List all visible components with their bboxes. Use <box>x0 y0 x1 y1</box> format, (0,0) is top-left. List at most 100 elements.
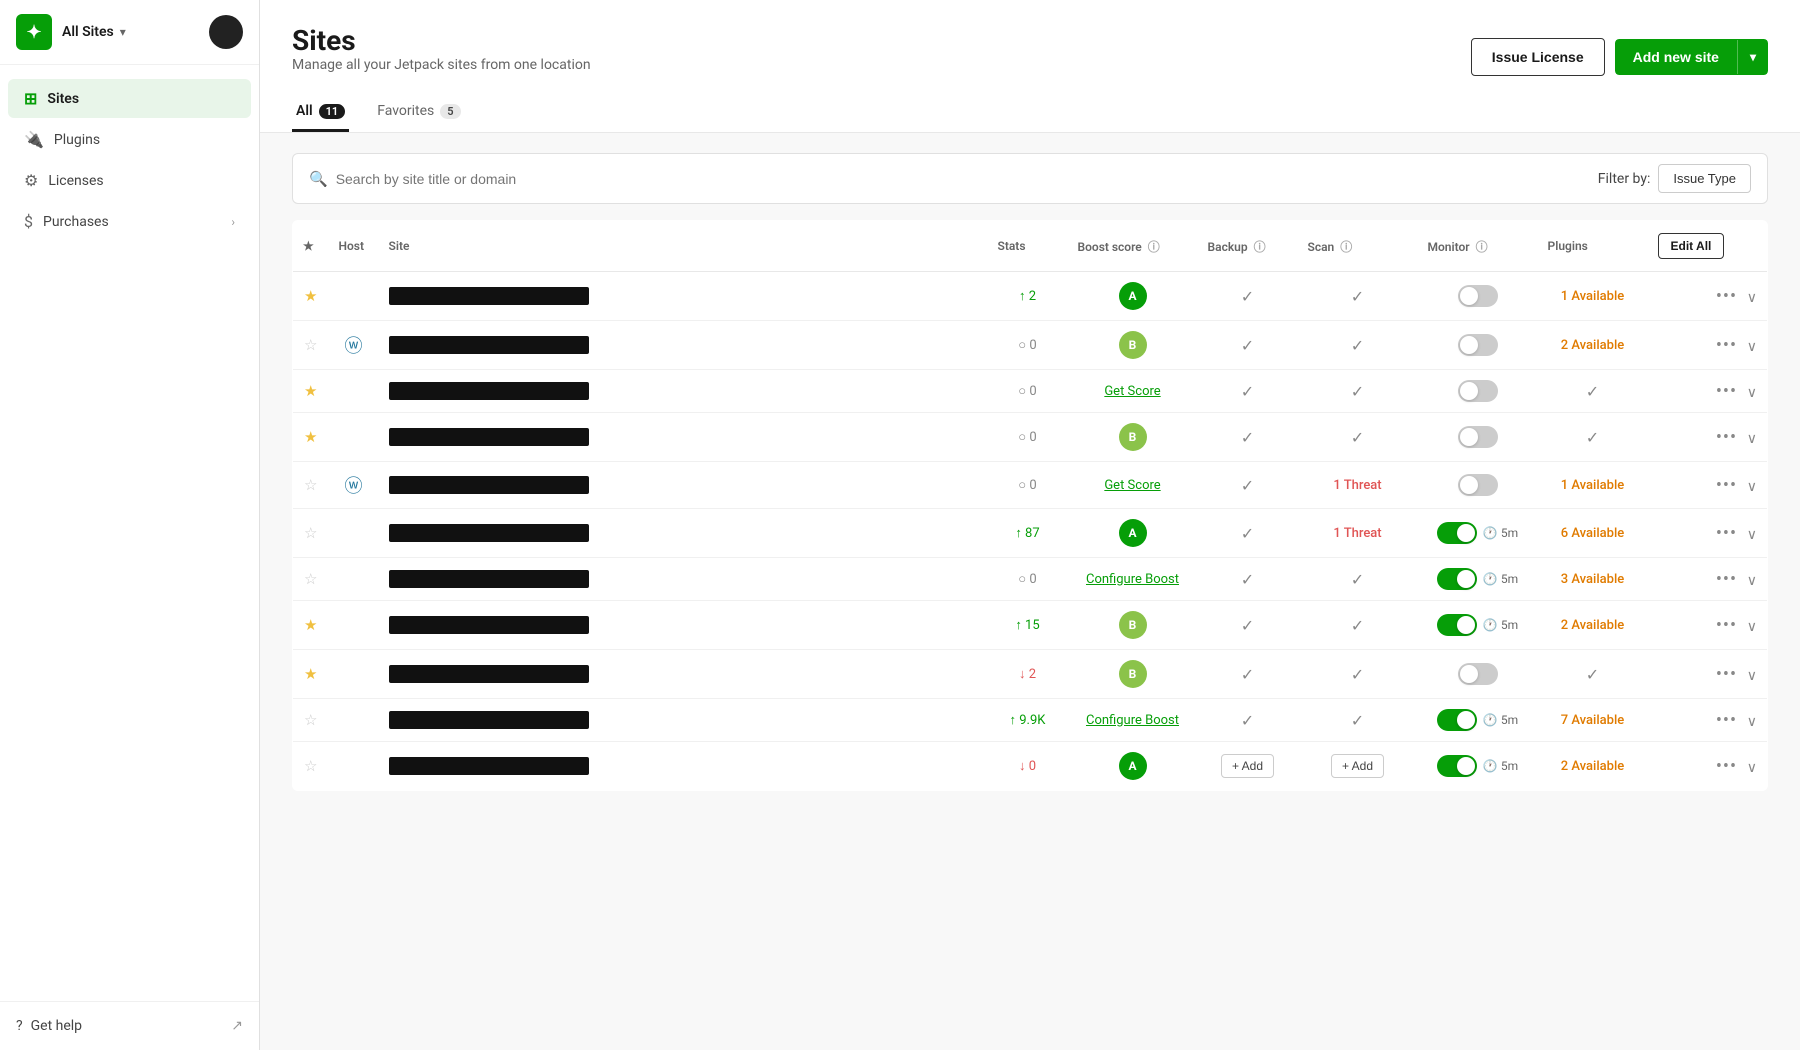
row-more-button[interactable]: ••• <box>1716 664 1737 685</box>
col-scan[interactable]: + Add <box>1298 742 1418 791</box>
row-expand-button[interactable]: ∨ <box>1747 339 1757 355</box>
external-link-icon[interactable]: ↗ <box>231 1018 243 1034</box>
col-backup[interactable]: + Add <box>1198 742 1298 791</box>
help-link[interactable]: ? Get help <box>16 1018 82 1034</box>
backup-info-icon[interactable]: ⓘ <box>1254 240 1266 254</box>
plugins-available[interactable]: 2 Available <box>1561 759 1625 774</box>
boost-link[interactable]: Configure Boost <box>1086 713 1179 728</box>
monitor-info-icon[interactable]: ⓘ <box>1476 240 1488 254</box>
col-site[interactable] <box>379 742 988 791</box>
col-monitor[interactable] <box>1418 462 1538 509</box>
col-site[interactable] <box>379 321 988 370</box>
monitor-toggle[interactable] <box>1437 614 1477 636</box>
sidebar-item-sites[interactable]: ⊞ Sites <box>8 79 251 118</box>
row-expand-button[interactable]: ∨ <box>1747 385 1757 401</box>
col-site[interactable] <box>379 601 988 650</box>
row-expand-button[interactable]: ∨ <box>1747 290 1757 306</box>
row-more-button[interactable]: ••• <box>1716 615 1737 636</box>
tab-favorites[interactable]: Favorites 5 <box>373 93 464 132</box>
tab-all[interactable]: All 11 <box>292 93 349 132</box>
col-site[interactable] <box>379 462 988 509</box>
row-expand-button[interactable]: ∨ <box>1747 431 1757 447</box>
col-plugins[interactable]: 2 Available <box>1538 601 1648 650</box>
col-boost[interactable]: Get Score <box>1068 370 1198 413</box>
star-empty-icon[interactable]: ☆ <box>304 524 317 542</box>
star-filled-icon[interactable]: ★ <box>304 616 317 634</box>
col-scan[interactable]: 1 Threat <box>1298 509 1418 558</box>
row-more-button[interactable]: ••• <box>1716 381 1737 402</box>
site-name-bar[interactable] <box>389 757 589 775</box>
site-name-bar[interactable] <box>389 570 589 588</box>
plugins-available[interactable]: 7 Available <box>1561 713 1625 728</box>
col-boost[interactable]: Get Score <box>1068 462 1198 509</box>
col-site[interactable] <box>379 509 988 558</box>
monitor-toggle[interactable] <box>1437 755 1477 777</box>
site-selector[interactable]: All Sites ▾ <box>62 24 126 40</box>
plugins-available[interactable]: 2 Available <box>1561 618 1625 633</box>
site-name-bar[interactable] <box>389 428 589 446</box>
star-filled-icon[interactable]: ★ <box>304 382 317 400</box>
col-site[interactable] <box>379 650 988 699</box>
scan-threat-badge[interactable]: 1 Threat <box>1333 526 1381 541</box>
site-name-bar[interactable] <box>389 711 589 729</box>
monitor-toggle[interactable] <box>1458 663 1498 685</box>
plugins-available[interactable]: 1 Available <box>1561 289 1625 304</box>
site-name-bar[interactable] <box>389 382 589 400</box>
col-site[interactable] <box>379 699 988 742</box>
row-expand-button[interactable]: ∨ <box>1747 760 1757 776</box>
sidebar-item-plugins[interactable]: 🔌 Plugins <box>8 120 251 159</box>
row-expand-button[interactable]: ∨ <box>1747 479 1757 495</box>
col-monitor[interactable]: 🕐 5m <box>1418 699 1538 742</box>
site-name-bar[interactable] <box>389 665 589 683</box>
col-plugins[interactable]: 1 Available <box>1538 272 1648 321</box>
monitor-toggle[interactable] <box>1437 709 1477 731</box>
row-more-button[interactable]: ••• <box>1716 569 1737 590</box>
col-monitor[interactable] <box>1418 650 1538 699</box>
monitor-toggle[interactable] <box>1458 474 1498 496</box>
col-site[interactable] <box>379 413 988 462</box>
plugins-available[interactable]: 2 Available <box>1561 338 1625 353</box>
col-monitor[interactable]: 🕐 5m <box>1418 742 1538 791</box>
monitor-toggle[interactable] <box>1458 380 1498 402</box>
col-monitor[interactable]: 🕐 5m <box>1418 601 1538 650</box>
col-boost[interactable]: Configure Boost <box>1068 699 1198 742</box>
row-more-button[interactable]: ••• <box>1716 335 1737 356</box>
col-plugins[interactable]: 6 Available <box>1538 509 1648 558</box>
site-name-bar[interactable] <box>389 524 589 542</box>
star-filled-icon[interactable]: ★ <box>304 665 317 683</box>
backup-add-button[interactable]: + Add <box>1221 754 1274 778</box>
boost-link[interactable]: Get Score <box>1104 478 1160 493</box>
col-monitor[interactable] <box>1418 370 1538 413</box>
col-plugins[interactable]: 2 Available <box>1538 321 1648 370</box>
plugins-available[interactable]: 1 Available <box>1561 478 1625 493</box>
boost-link[interactable]: Get Score <box>1104 384 1160 399</box>
scan-add-button[interactable]: + Add <box>1331 754 1384 778</box>
col-monitor[interactable] <box>1418 413 1538 462</box>
col-site[interactable] <box>379 558 988 601</box>
star-empty-icon[interactable]: ☆ <box>304 570 317 588</box>
star-empty-icon[interactable]: ☆ <box>304 336 317 354</box>
row-expand-button[interactable]: ∨ <box>1747 619 1757 635</box>
site-name-bar[interactable] <box>389 476 589 494</box>
row-more-button[interactable]: ••• <box>1716 523 1737 544</box>
row-more-button[interactable]: ••• <box>1716 710 1737 731</box>
monitor-toggle[interactable] <box>1458 285 1498 307</box>
col-site[interactable] <box>379 370 988 413</box>
star-filled-icon[interactable]: ★ <box>304 287 317 305</box>
issue-license-button[interactable]: Issue License <box>1471 38 1605 76</box>
star-filled-icon[interactable]: ★ <box>304 428 317 446</box>
star-empty-icon[interactable]: ☆ <box>304 711 317 729</box>
row-more-button[interactable]: ••• <box>1716 286 1737 307</box>
edit-all-button[interactable]: Edit All <box>1658 233 1725 259</box>
sidebar-item-licenses[interactable]: ⚙ Licenses <box>8 161 251 200</box>
row-expand-button[interactable]: ∨ <box>1747 714 1757 730</box>
col-boost[interactable]: Configure Boost <box>1068 558 1198 601</box>
search-input[interactable] <box>336 171 1598 187</box>
row-more-button[interactable]: ••• <box>1716 475 1737 496</box>
monitor-toggle[interactable] <box>1458 334 1498 356</box>
scan-info-icon[interactable]: ⓘ <box>1340 240 1352 254</box>
row-expand-button[interactable]: ∨ <box>1747 573 1757 589</box>
monitor-toggle[interactable] <box>1458 426 1498 448</box>
site-name-bar[interactable] <box>389 616 589 634</box>
col-monitor[interactable]: 🕐 5m <box>1418 509 1538 558</box>
